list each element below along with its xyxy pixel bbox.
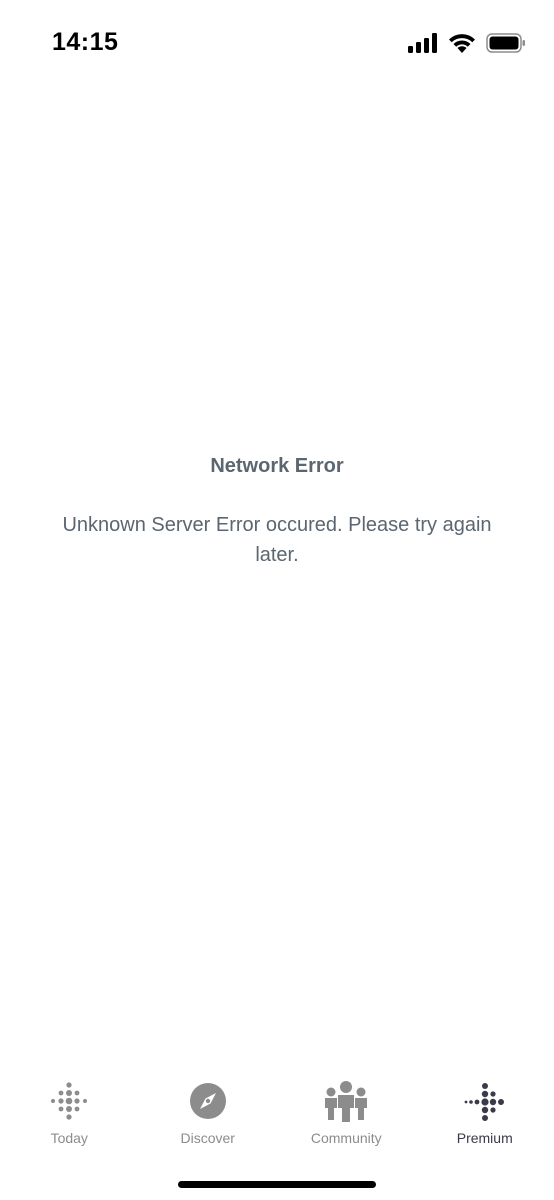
battery-icon — [486, 33, 526, 53]
tab-discover[interactable]: Discover — [139, 1078, 278, 1158]
tab-premium-label: Premium — [456, 1130, 513, 1146]
tab-premium[interactable]: Premium — [416, 1078, 554, 1158]
fitbit-dots-icon — [45, 1078, 93, 1124]
tab-community-label: Community — [310, 1130, 382, 1146]
tab-community[interactable]: Community — [277, 1078, 416, 1158]
tab-discover-label: Discover — [180, 1130, 235, 1146]
tab-bar: Today Discover Community Premium — [0, 1078, 554, 1158]
community-people-icon — [322, 1078, 370, 1124]
wifi-icon — [448, 33, 476, 53]
status-bar: 14:15 — [0, 0, 554, 90]
error-container: Network Error Unknown Server Error occur… — [0, 452, 554, 570]
tab-today-label: Today — [50, 1130, 88, 1146]
status-icons — [408, 33, 526, 53]
compass-icon — [184, 1078, 232, 1124]
tab-today[interactable]: Today — [0, 1078, 139, 1158]
error-message: Unknown Server Error occured. Please try… — [62, 514, 492, 566]
error-title: Network Error — [210, 455, 344, 477]
home-indicator[interactable] — [178, 1181, 376, 1188]
premium-dots-icon — [461, 1078, 509, 1124]
status-time: 14:15 — [52, 28, 119, 56]
signal-icon — [408, 33, 438, 53]
